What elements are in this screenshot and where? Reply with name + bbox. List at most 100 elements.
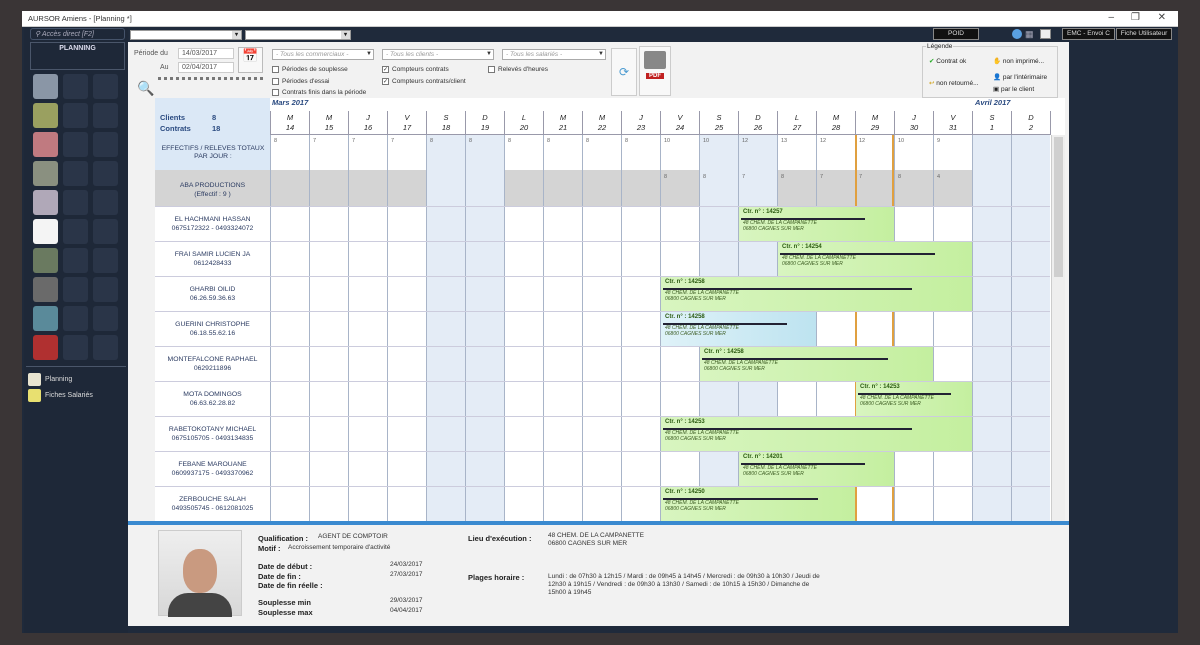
globe-icon[interactable] <box>1012 29 1022 39</box>
daily-total: 8 <box>508 138 512 144</box>
commerciaux-select[interactable]: - Tous les commerciaux - ▼ <box>272 49 374 60</box>
checkbox-1[interactable]: Périodes d'essai <box>272 78 330 85</box>
clients-select[interactable]: - Tous les clients - ▼ <box>382 49 494 60</box>
period-to-input[interactable]: 02/04/2017 <box>178 62 234 73</box>
day-number: 2 <box>1028 123 1034 132</box>
empty-tile <box>93 74 118 99</box>
emc-button[interactable]: EMC - Envoi C <box>1062 28 1115 40</box>
module-tile[interactable] <box>33 277 58 302</box>
contract-bar[interactable]: Ctr. n° : 14250 48 CHEM. DE LA CAMPANETTE… <box>661 487 855 521</box>
employee-name[interactable]: GUERINI CHRISTOPHE 06.18.55.62.16 <box>155 320 270 338</box>
contract-bar[interactable]: Ctr. n° : 14253 48 CHEM. DE LA CAMPANETTE… <box>856 382 972 416</box>
top-combo-1[interactable]: ▾ <box>130 30 242 40</box>
contract-bar[interactable]: Ctr. n° : 14258 48 CHEM. DE LA CAMPANETTE… <box>661 277 972 311</box>
contract-bar[interactable]: Ctr. n° : 14253 48 CHEM. DE LA CAMPANETTE… <box>661 417 972 451</box>
day-column <box>972 135 1011 521</box>
empty-tile <box>63 277 88 302</box>
company-daily-count: 7 <box>820 174 824 180</box>
company-daily-count: 8 <box>664 174 668 180</box>
checkbox-4[interactable]: ✓ Compteurs contrats/client <box>382 78 466 85</box>
sidebar-item-planning[interactable]: Planning <box>28 373 72 386</box>
salaries-select[interactable]: - Tous les salariés - ▼ <box>502 49 606 60</box>
top-combo-2[interactable]: ▾ <box>245 30 351 40</box>
contract-number: Ctr. n° : 14258 <box>665 279 705 285</box>
module-tile[interactable] <box>33 132 58 157</box>
contract-line <box>741 218 865 220</box>
daily-total: 12 <box>859 138 866 144</box>
employee-name[interactable]: MOTA DOMINGOS 06.63.62.28.82 <box>155 390 270 408</box>
checkbox-box[interactable] <box>272 78 279 85</box>
weekday-letter: V <box>677 113 683 122</box>
employee-name[interactable]: GHARBI OILID 06.26.59.36.63 <box>155 285 270 303</box>
checkbox-3[interactable]: ✓ Compteurs contrats <box>382 66 449 73</box>
totals-label: EFFECTIFS / RELEVES TOTAUX PAR JOUR : <box>161 145 265 160</box>
module-tile[interactable] <box>33 103 58 128</box>
employee-phone: 06.26.59.36.63 <box>189 295 236 302</box>
employee-name[interactable]: RABETOKOTANY MICHAEL 0675105705 - 0493134… <box>155 425 270 443</box>
checkbox-box[interactable] <box>488 66 495 73</box>
address-line: 06800 CAGNES SUR MER <box>743 471 804 477</box>
module-tile[interactable] <box>33 161 58 186</box>
employee-name[interactable]: ZERBOUCHE SALAH 0493505745 - 0612081025 <box>155 495 270 513</box>
daily-total: 8 <box>469 138 473 144</box>
module-tile[interactable] <box>33 219 58 244</box>
summary-cell: Clients 8 Contrats 18 EFFECTIFS / RELEVES … <box>155 98 270 170</box>
checkbox-box[interactable]: ✓ <box>382 66 389 73</box>
day-header: M 29 <box>855 111 895 135</box>
day-header: L 20 <box>504 111 544 135</box>
print-pdf-button[interactable]: PDF <box>639 46 671 96</box>
contract-bar[interactable]: Ctr. n° : 14257 48 CHEM. DE LA CAMPANETTE… <box>739 207 894 241</box>
checkbox-2[interactable]: Contrats finis dans la période <box>272 89 366 96</box>
employee-phone: 06.63.62.28.82 <box>189 400 236 407</box>
empty-tile <box>93 306 118 331</box>
employee-name[interactable]: FRAI SAMIR LUCIEN JA 0612428433 <box>155 250 270 268</box>
refresh-button[interactable]: ⟳ <box>611 48 637 96</box>
employee-name[interactable]: FEBANE MAROUANE 0609937175 - 0493370962 <box>155 460 270 478</box>
module-tile[interactable] <box>33 248 58 273</box>
contract-bar[interactable]: Ctr. n° : 14258 48 CHEM. DE LA CAMPANETTE… <box>700 347 933 381</box>
employee-name[interactable]: MONTEFALCONE RAPHAEL 0629211896 <box>155 355 270 373</box>
contract-bar[interactable]: Ctr. n° : 14254 48 CHEM. DE LA CAMPANETTE… <box>778 242 972 276</box>
module-tile[interactable] <box>33 335 58 360</box>
checkbox-5[interactable]: Relevés d'heures <box>488 66 548 73</box>
checkbox-box[interactable]: ✓ <box>382 78 389 85</box>
employee-phone: 0675172322 - 0493324072 <box>171 225 254 232</box>
vertical-scrollbar[interactable] <box>1051 135 1065 521</box>
employee-name[interactable]: EL HACHMANI HASSAN 0675172322 - 049332407… <box>155 215 270 233</box>
checkbox-box[interactable] <box>272 89 279 96</box>
fiche-utilisateur-button[interactable]: Fiche Utilisateur <box>1116 28 1172 40</box>
day-number: 24 <box>675 123 685 132</box>
checkbox-box[interactable] <box>272 66 279 73</box>
close-button[interactable]: ✕ <box>1158 12 1166 23</box>
sidebar-item-fiches-salaries[interactable]: Fiches Salariés <box>28 389 93 402</box>
minimize-button[interactable]: – <box>1108 12 1114 23</box>
module-tile[interactable] <box>33 306 58 331</box>
day-header: J 23 <box>621 111 661 135</box>
contract-number: Ctr. n° : 14250 <box>665 489 705 495</box>
window-icon[interactable] <box>1040 29 1051 39</box>
period-slider[interactable] <box>158 77 263 82</box>
module-tile[interactable] <box>33 74 58 99</box>
period-from-input[interactable]: 14/03/2017 <box>178 48 234 59</box>
souplesse-min-value: 29/03/2017 <box>390 597 423 604</box>
grid-icon[interactable]: ▦ <box>1025 29 1034 39</box>
poid-field[interactable]: POID <box>933 28 979 40</box>
day-number: 17 <box>402 123 412 132</box>
quick-access-search[interactable]: ⚲ Accès direct [F2] <box>30 28 125 40</box>
address-line: 06800 CAGNES SUR MER <box>665 506 726 512</box>
end-date-label: Date de fin : <box>258 572 301 581</box>
contract-bar[interactable]: Ctr. n° : 14258 48 CHEM. DE LA CAMPANETTE… <box>661 312 816 346</box>
contract-bar[interactable]: Ctr. n° : 14201 48 CHEM. DE LA CAMPANETTE… <box>739 452 894 486</box>
calendar-button[interactable]: 📅 <box>238 47 263 73</box>
contract-number: Ctr. n° : 14257 <box>743 209 783 215</box>
qualification-value: AGENT DE COMPTOIR <box>318 533 388 540</box>
module-tile[interactable] <box>33 190 58 215</box>
zoom-icon[interactable]: 🔍 <box>137 80 154 97</box>
day-number: 26 <box>753 123 763 132</box>
checkbox-label: Contrats finis dans la période <box>282 89 367 96</box>
maximize-button[interactable]: ❐ <box>1131 12 1140 23</box>
daily-total: 8 <box>274 138 278 144</box>
check-icon: ✔ <box>929 58 935 65</box>
scrollbar-thumb[interactable] <box>1054 137 1063 277</box>
checkbox-0[interactable]: Périodes de souplesse <box>272 66 348 73</box>
